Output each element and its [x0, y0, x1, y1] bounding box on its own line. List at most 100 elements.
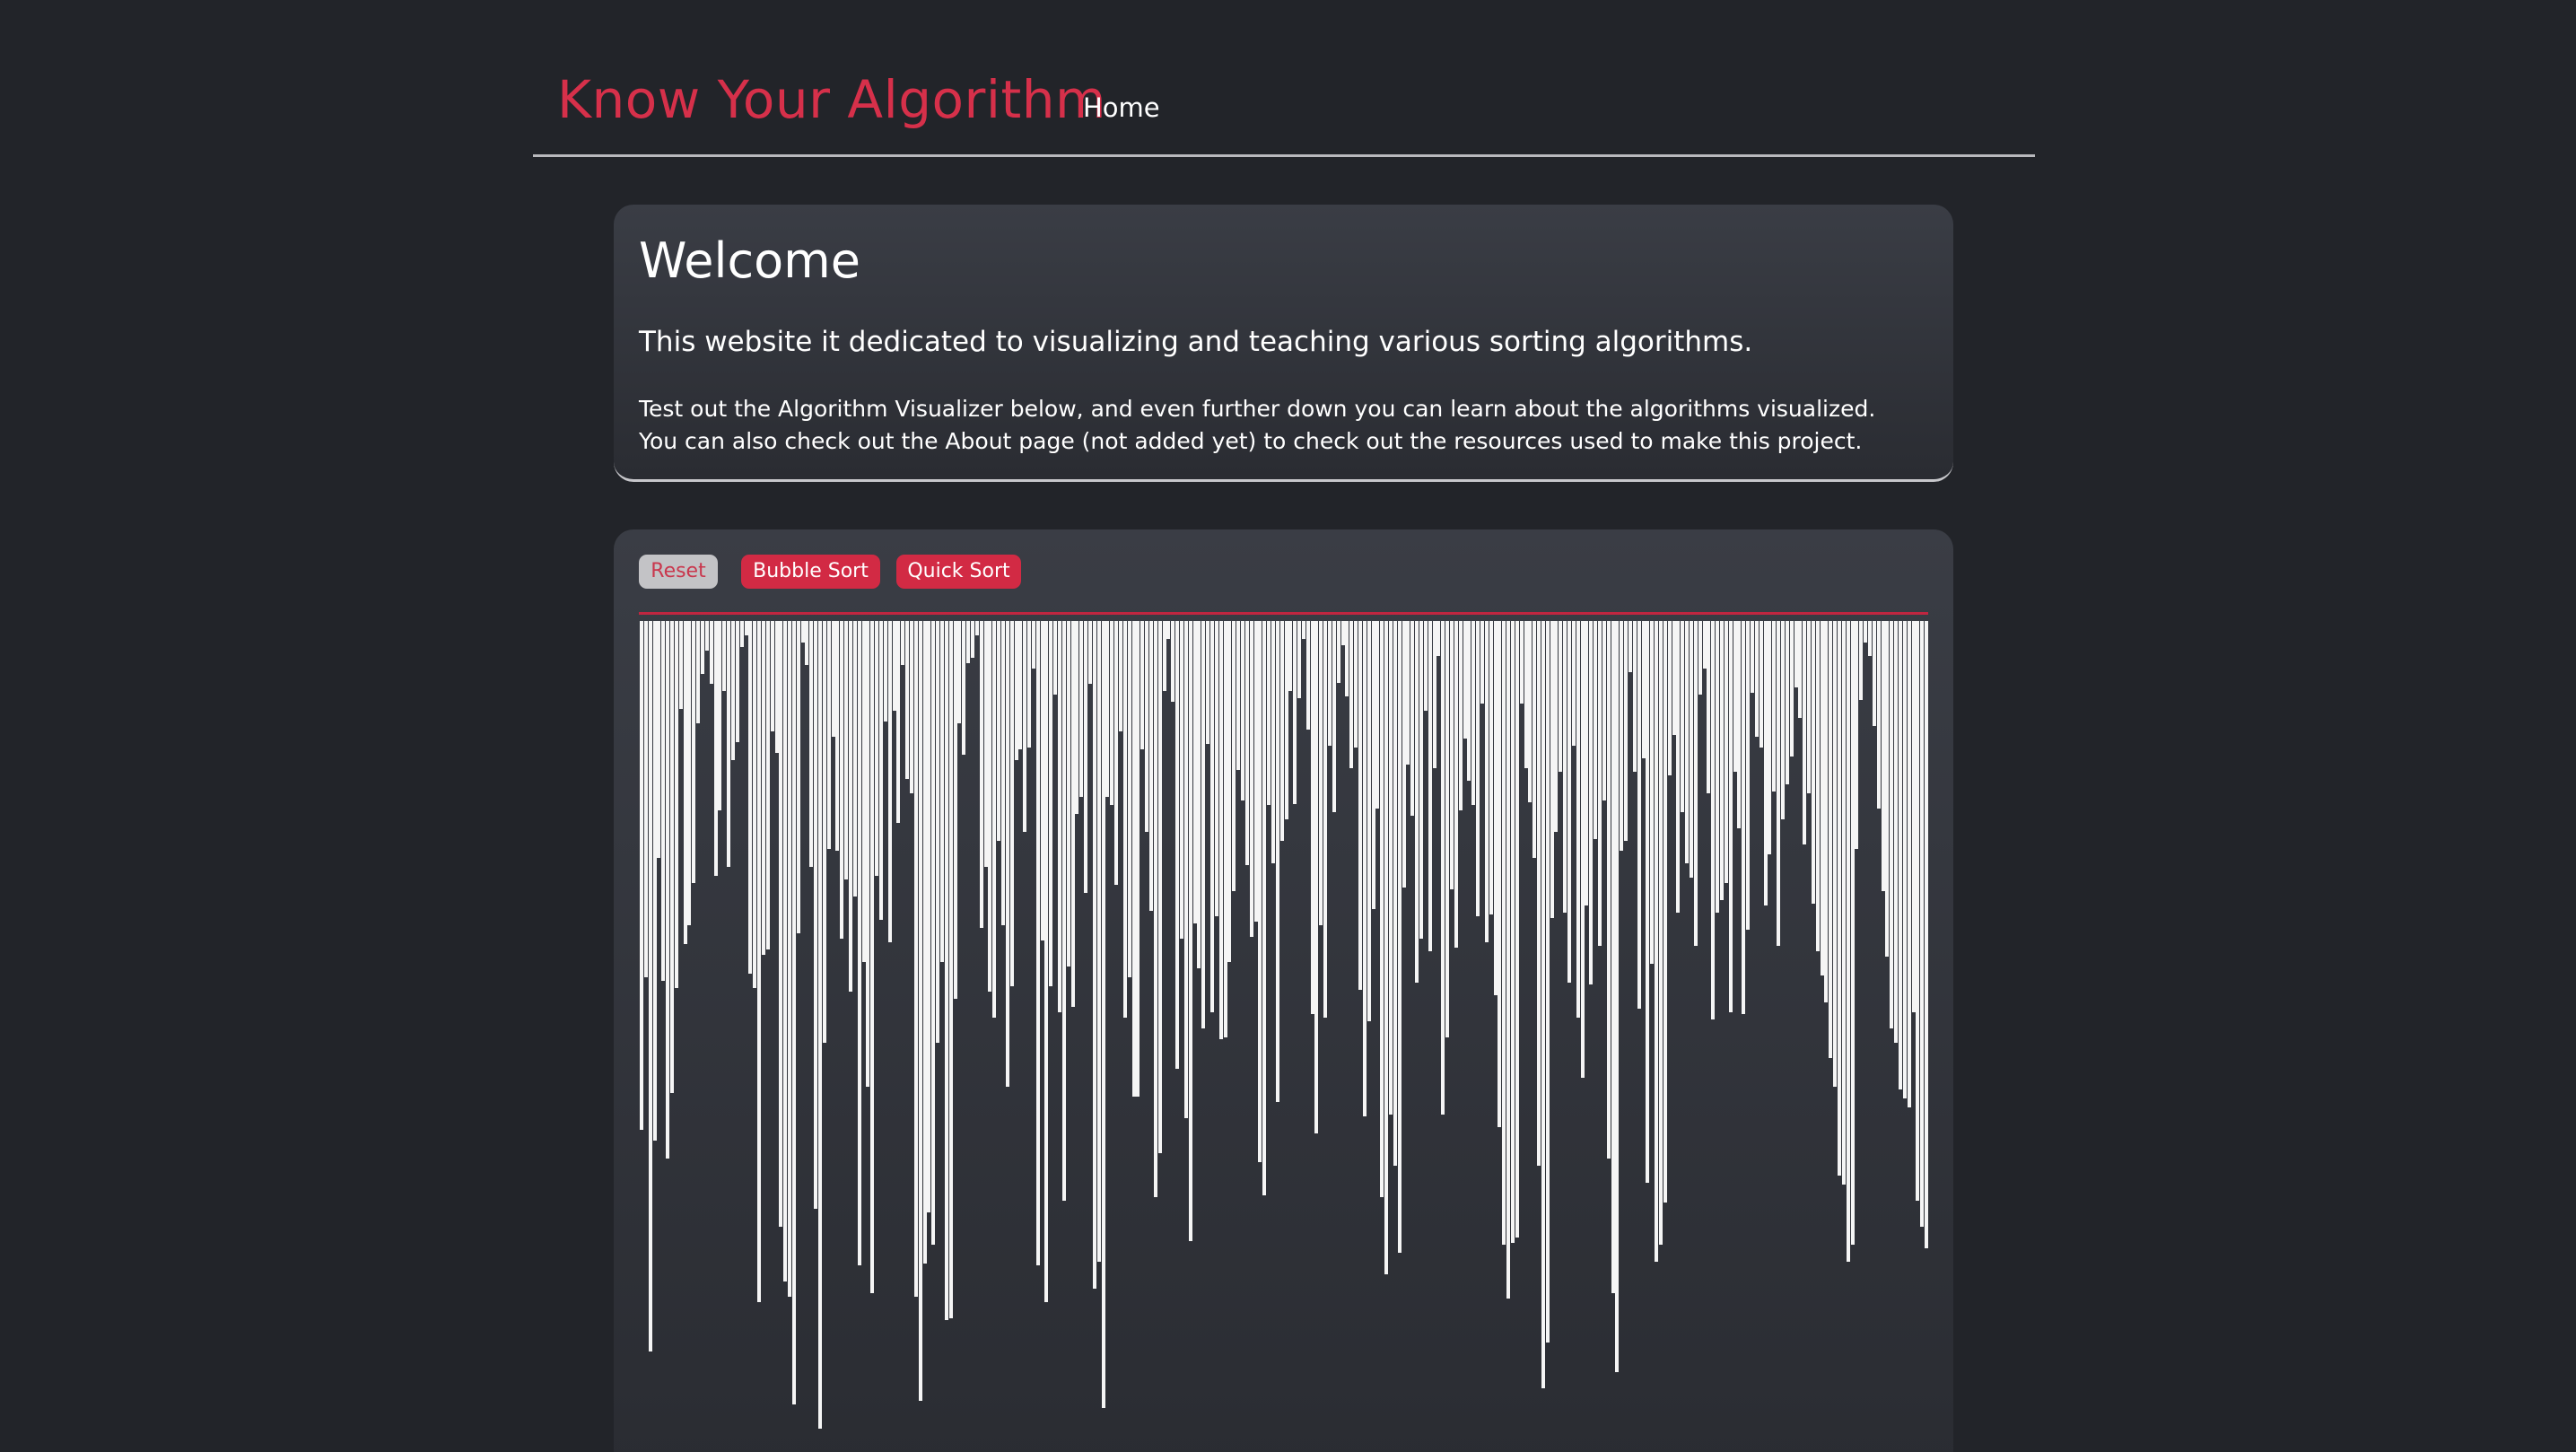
array-bar	[1145, 621, 1149, 832]
array-bar	[1484, 621, 1489, 942]
array-bar	[1345, 621, 1349, 697]
array-bar	[687, 621, 692, 925]
array-bar	[1864, 621, 1868, 643]
array-bar	[1119, 621, 1123, 732]
algorithm-visualizer: Reset Bubble Sort Quick Sort	[614, 529, 1953, 1452]
array-bar	[849, 621, 853, 992]
array-bar	[1772, 621, 1777, 792]
array-bar	[835, 621, 840, 852]
array-bar	[861, 621, 866, 962]
array-bar	[831, 621, 835, 738]
array-bar	[918, 621, 922, 1401]
array-bar	[640, 621, 643, 1131]
array-bar	[727, 621, 731, 867]
array-bar	[1362, 621, 1367, 1116]
array-bar	[1859, 621, 1864, 700]
array-bar	[1441, 621, 1445, 1115]
array-bar	[761, 621, 765, 955]
array-bar	[696, 621, 701, 723]
array-bar	[948, 621, 953, 1318]
array-bar	[1571, 621, 1576, 746]
array-bar	[1824, 621, 1829, 1002]
welcome-body-line-2: You can also check out the About page (n…	[639, 428, 1863, 454]
array-bar	[757, 621, 762, 1303]
array-bar	[1855, 621, 1859, 850]
array-bar	[1136, 621, 1140, 1098]
array-bar	[936, 621, 940, 1043]
nav-link-home[interactable]: Home	[1083, 92, 1160, 124]
array-bar	[722, 621, 727, 692]
site-logo-title[interactable]: Know Your Algorithm	[557, 68, 1106, 131]
array-bar	[1681, 621, 1685, 813]
array-bar	[1750, 621, 1754, 694]
array-bar	[1201, 621, 1206, 1028]
reset-button[interactable]: Reset	[639, 555, 718, 589]
array-bar	[652, 621, 657, 1141]
array-bar	[1463, 621, 1467, 739]
array-bar	[1031, 621, 1035, 669]
array-bar	[1698, 621, 1702, 695]
array-bar	[1209, 621, 1214, 1013]
array-bar	[957, 621, 962, 723]
array-bar	[1397, 621, 1402, 1254]
array-bar	[1563, 621, 1567, 913]
array-bar	[1663, 621, 1667, 1203]
array-bar	[1323, 621, 1328, 1019]
array-bar	[1279, 621, 1284, 841]
array-bar	[870, 621, 875, 1294]
array-bar	[718, 621, 722, 811]
array-bar	[1925, 621, 1929, 1248]
array-bar	[1319, 621, 1323, 925]
array-bar	[666, 621, 670, 1159]
array-bar	[1716, 621, 1720, 913]
array-bar	[1811, 621, 1815, 904]
array-bar	[1088, 621, 1093, 685]
array-bar	[1689, 621, 1693, 878]
array-bar	[988, 621, 992, 992]
array-bar	[1162, 621, 1166, 692]
bubble-sort-button[interactable]: Bubble Sort	[741, 555, 880, 589]
array-bar	[1646, 621, 1650, 1184]
array-bar	[1868, 621, 1873, 657]
array-bar	[1894, 621, 1899, 1043]
array-bar	[1131, 621, 1136, 1098]
array-bar	[1092, 621, 1096, 1289]
array-bar	[1815, 621, 1820, 951]
array-bar	[901, 621, 905, 665]
array-bar	[739, 621, 744, 648]
array-bar	[1258, 621, 1262, 1162]
array-bar	[1907, 621, 1911, 1107]
array-bar	[735, 621, 739, 742]
visualizer-divider	[639, 612, 1928, 615]
array-bar	[1336, 621, 1340, 683]
array-bar	[979, 621, 983, 929]
array-bar	[992, 621, 997, 1019]
array-bar	[1641, 621, 1646, 758]
array-bar	[913, 621, 918, 1298]
array-bar	[1838, 621, 1842, 1176]
array-bar	[1676, 621, 1681, 913]
array-bar	[648, 621, 652, 1351]
array-bar	[1014, 621, 1018, 760]
array-bar	[844, 621, 849, 879]
array-bar	[1096, 621, 1101, 1263]
array-bar	[1585, 621, 1589, 905]
array-bar	[678, 621, 683, 709]
array-bar	[1079, 621, 1084, 797]
quick-sort-button[interactable]: Quick Sort	[896, 555, 1021, 589]
array-bar	[657, 621, 661, 859]
array-bar	[1533, 621, 1537, 859]
array-bar	[1166, 621, 1171, 639]
array-bar	[1589, 621, 1594, 984]
array-bar	[1371, 621, 1375, 909]
array-bar	[1602, 621, 1606, 800]
array-bar	[939, 621, 944, 962]
array-bar	[983, 621, 988, 867]
array-bar	[1236, 621, 1241, 771]
array-bar	[1454, 621, 1458, 948]
array-bar	[1053, 621, 1058, 695]
array-bar	[1885, 621, 1890, 957]
array-bar	[1349, 621, 1354, 769]
array-bar	[1746, 621, 1751, 931]
array-bar	[1393, 621, 1397, 1166]
